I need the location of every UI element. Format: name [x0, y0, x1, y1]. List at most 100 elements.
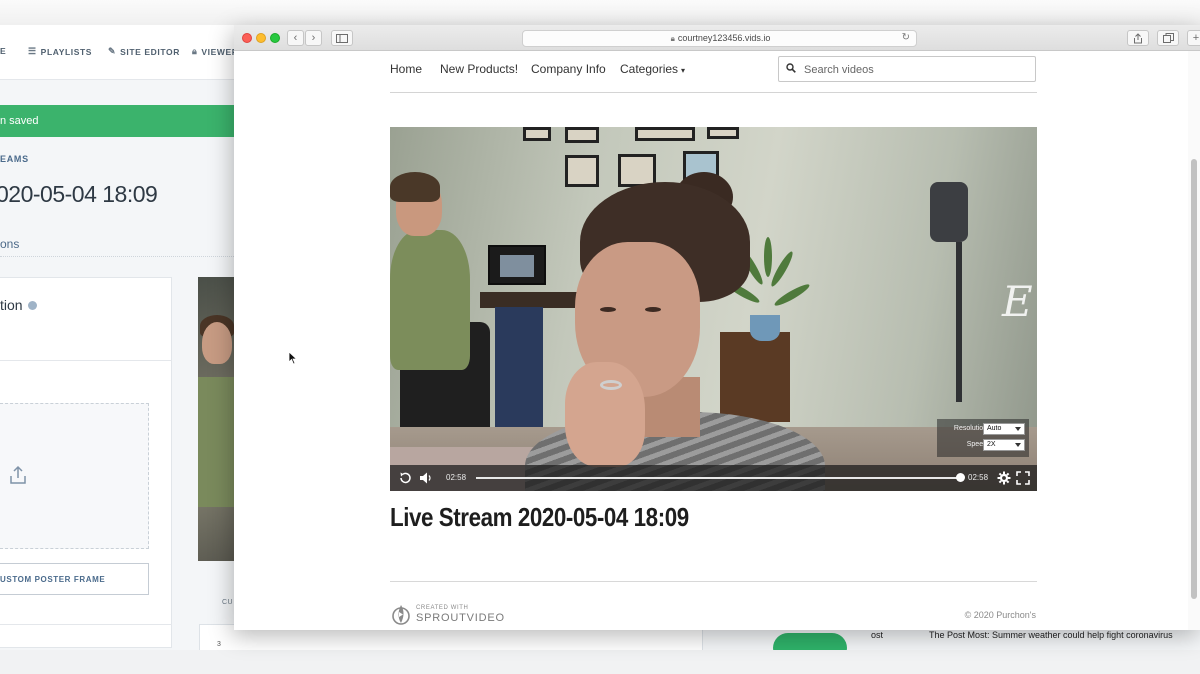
- bg-nav-item-0[interactable]: E: [0, 46, 6, 56]
- news-headline[interactable]: The Post Most: Summer weather could help…: [929, 630, 1173, 640]
- picture-frame: [565, 127, 599, 143]
- share-button[interactable]: [1127, 30, 1149, 46]
- plus-icon: +: [1192, 32, 1200, 44]
- speed-row: Speed 2X: [937, 439, 1029, 452]
- background-top-strip: [0, 0, 1200, 25]
- list-icon: ☰: [28, 46, 37, 56]
- chevron-left-icon: ‹: [293, 32, 298, 44]
- header-divider: [390, 92, 1037, 93]
- background-video-title: 020-05-04 18:09: [0, 181, 158, 207]
- background-app-nav: E ☰ PLAYLISTS ✎ SITE EDITOR 🔒︎ VIEWER: [0, 25, 240, 80]
- video-woman-eye: [600, 307, 616, 312]
- bg-nav-item-viewer[interactable]: 🔒︎ VIEWER: [192, 46, 239, 57]
- fullscreen-icon[interactable]: [1016, 471, 1030, 485]
- saved-banner-text: n saved: [0, 115, 39, 127]
- new-tab-button[interactable]: +: [1187, 30, 1200, 46]
- background-cu-label: CU: [222, 599, 234, 606]
- sidebar-icon: [336, 33, 348, 43]
- fullscreen-window-icon[interactable]: [270, 33, 280, 43]
- lock-icon: 🔒︎: [192, 46, 198, 56]
- video-woman-hand: [565, 362, 645, 467]
- card-heading-text: tion: [0, 297, 23, 313]
- dropdown-arrow-icon: [1015, 427, 1021, 431]
- bg-nav-label: E: [0, 46, 7, 56]
- bg-nav-label: SITE EDITOR: [120, 46, 180, 57]
- video-woman-ring: [600, 380, 622, 390]
- search-icon: [786, 63, 796, 73]
- progress-track[interactable]: [476, 477, 960, 479]
- video-man-hair: [390, 172, 440, 202]
- progress-scrubber[interactable]: [955, 473, 965, 482]
- section-label: EAMS: [0, 154, 29, 164]
- video-title: Live Stream 2020-05-04 18:09: [390, 502, 689, 532]
- url-text: courtney123456.vids.io: [677, 33, 771, 43]
- minimize-window-icon[interactable]: [256, 33, 266, 43]
- gear-icon[interactable]: [997, 471, 1011, 485]
- bg-nav-item-playlists[interactable]: ☰ PLAYLISTS: [28, 46, 92, 57]
- video-watermark: E: [1002, 277, 1033, 326]
- created-with-label: CREATED WITH: [416, 605, 469, 611]
- video-lamp-shade: [930, 182, 968, 242]
- replay-icon[interactable]: [398, 471, 412, 485]
- card-divider: [0, 624, 172, 625]
- bg-nav-label: PLAYLISTS: [40, 46, 93, 57]
- browser-titlebar: ‹ › 🔒︎ courtney123456.vids.io ↻ +: [234, 25, 1200, 51]
- nav-home[interactable]: Home: [390, 62, 422, 76]
- tabs-icon: [1162, 33, 1174, 43]
- thumb-shirt: [198, 377, 234, 507]
- video-lamp: [920, 182, 970, 402]
- sproutvideo-logo-icon[interactable]: [392, 603, 410, 625]
- search-box[interactable]: [778, 56, 1036, 82]
- sidebar-toggle-button[interactable]: [331, 30, 353, 46]
- nav-new-products[interactable]: New Products!: [440, 62, 518, 76]
- page-scrollbar[interactable]: [1188, 51, 1200, 630]
- nav-categories-label: Categories: [620, 62, 679, 76]
- background-tab[interactable]: ons: [0, 237, 19, 251]
- video-player[interactable]: E Resolution Auto Speed 2X 02:58 02:58: [390, 127, 1037, 491]
- caret-down-icon: ▾: [681, 66, 686, 75]
- address-bar[interactable]: 🔒︎ courtney123456.vids.io ↻: [522, 30, 917, 47]
- tab-divider: [0, 256, 240, 257]
- speed-value: 2X: [987, 441, 996, 448]
- background-video-thumbnail[interactable]: [198, 277, 234, 561]
- reload-icon[interactable]: ↻: [902, 32, 910, 43]
- speed-select[interactable]: 2X: [983, 439, 1025, 451]
- dropdown-arrow-icon: [1015, 443, 1021, 447]
- mouse-cursor-icon: [288, 351, 298, 365]
- volume-icon[interactable]: [419, 471, 433, 485]
- picture-frame: [635, 127, 695, 141]
- card-heading: tion: [0, 297, 37, 313]
- nav-categories[interactable]: Categories ▾: [620, 62, 685, 76]
- chevron-right-icon: ›: [311, 32, 316, 44]
- resolution-row: Resolution Auto: [937, 423, 1029, 436]
- tabs-overview-button[interactable]: [1157, 30, 1179, 46]
- news-source-fragment: ost: [871, 630, 884, 640]
- back-button[interactable]: ‹: [287, 30, 304, 46]
- sproutvideo-brand[interactable]: SPROUTVIDEO: [416, 612, 505, 624]
- scrollbar-thumb[interactable]: [1191, 159, 1197, 599]
- resolution-select[interactable]: Auto: [983, 423, 1025, 435]
- custom-poster-frame-button[interactable]: USTOM POSTER FRAME: [0, 563, 149, 595]
- video-lamp-pole: [956, 242, 962, 402]
- forward-button[interactable]: ›: [305, 30, 322, 46]
- bg-nav-item-site-editor[interactable]: ✎ SITE EDITOR: [108, 46, 180, 57]
- video-man-body: [390, 230, 470, 370]
- current-time: 02:58: [446, 473, 467, 482]
- resolution-value: Auto: [987, 425, 1002, 432]
- footer-divider: [390, 581, 1037, 582]
- nav-company-info[interactable]: Company Info: [531, 62, 606, 76]
- saved-banner: n saved: [0, 105, 240, 137]
- duration-time: 02:58: [968, 473, 989, 482]
- thumb-head: [202, 322, 232, 364]
- address-bar-text: 🔒︎ courtney123456.vids.io: [523, 33, 918, 44]
- chart-axis-value: 3: [217, 641, 221, 648]
- picture-frame: [707, 127, 739, 139]
- help-icon[interactable]: [27, 300, 37, 310]
- video-woman-eye: [645, 307, 661, 312]
- browser-window: ‹ › 🔒︎ courtney123456.vids.io ↻ + Home Ne…: [234, 25, 1200, 630]
- background-bottom-shade: [0, 650, 1200, 674]
- video-woman: [505, 172, 825, 491]
- close-window-icon[interactable]: [242, 33, 252, 43]
- search-input[interactable]: [804, 61, 1024, 78]
- lock-icon: 🔒︎: [670, 34, 675, 43]
